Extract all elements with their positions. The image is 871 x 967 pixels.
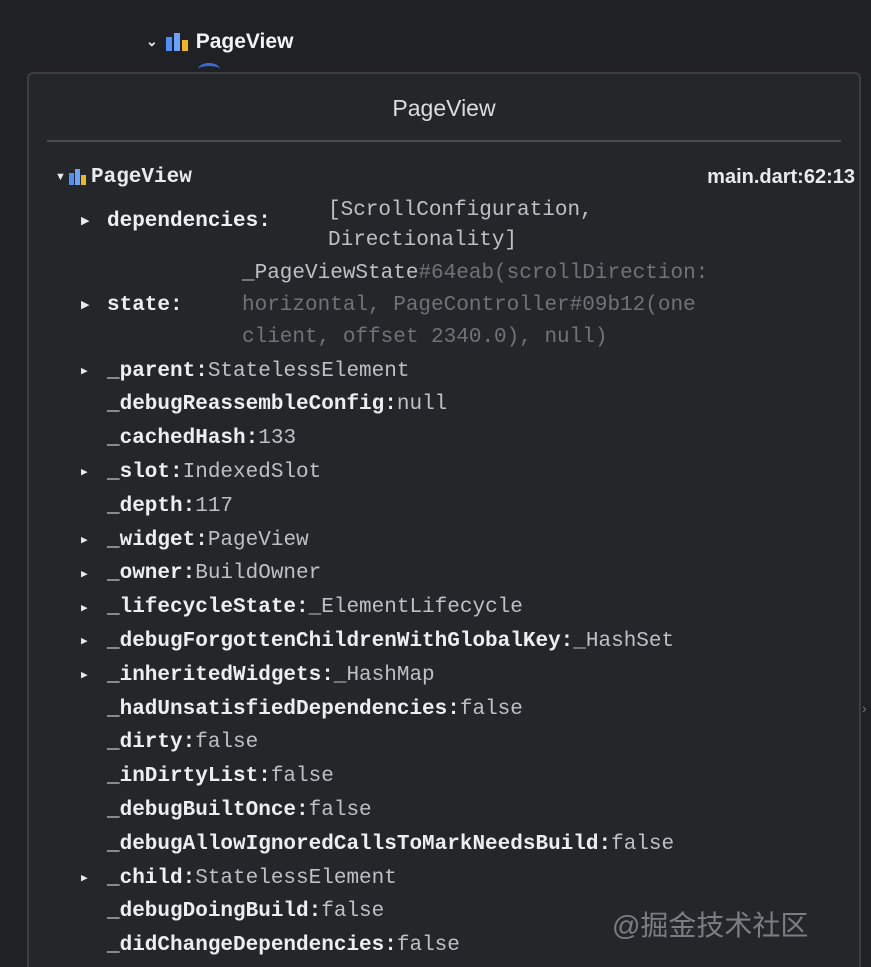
property-key: _parent:	[107, 359, 208, 383]
property-row: _debugAllowIgnoredCallsToMarkNeedsBuild:…	[81, 829, 674, 859]
property-value: false	[195, 731, 259, 755]
property-value: _HashMap	[333, 663, 435, 687]
source-location-link[interactable]: main.dart:62:13	[707, 166, 855, 189]
property-key: _widget:	[107, 528, 208, 552]
expand-triangle-icon[interactable]: ▶	[81, 214, 89, 227]
expand-triangle-icon[interactable]: ▶	[81, 298, 89, 311]
root-node-row[interactable]: ▼ PageView main.dart:62:13	[55, 162, 855, 192]
property-row: _inDirtyList: false	[81, 762, 334, 792]
property-key: _inheritedWidgets:	[107, 663, 334, 687]
property-row: _dirty: false	[81, 728, 258, 758]
property-row: _hadUnsatisfiedDependencies: false	[81, 694, 523, 724]
property-row[interactable]: ▶ _inheritedWidgets: _HashMap	[81, 660, 435, 690]
property-key: state:	[107, 294, 183, 317]
details-panel: PageView ▼ PageView main.dart:62:13 ▶ de…	[27, 72, 861, 967]
property-key: dependencies:	[107, 210, 271, 233]
property-row[interactable]: ▶ _lifecycleState: _ElementLifecycle	[81, 593, 523, 623]
expand-triangle-icon[interactable]: ▶	[81, 668, 107, 682]
property-key: _inDirtyList:	[107, 765, 271, 789]
property-value: false	[459, 697, 523, 721]
property-key: _debugBuiltOnce:	[107, 798, 309, 822]
expand-triangle-icon[interactable]: ▼	[55, 171, 69, 183]
property-value: BuildOwner	[195, 562, 322, 586]
property-value: PageView	[207, 528, 309, 552]
widget-icon	[69, 169, 87, 185]
property-value: false	[396, 934, 460, 958]
property-key: _owner:	[107, 562, 196, 586]
property-row[interactable]: ▶ _slot: IndexedSlot	[81, 457, 321, 487]
expand-triangle-icon[interactable]: ▶	[81, 364, 107, 378]
property-row[interactable]: ▶ _parent: StatelessElement	[81, 356, 409, 386]
expand-triangle-icon[interactable]: ▶	[81, 533, 107, 547]
tree-node-label: PageView	[195, 30, 294, 53]
property-row: _debugBuiltOnce: false	[81, 795, 372, 825]
property-key: _cachedHash:	[107, 427, 259, 451]
property-row[interactable]: ▶ _owner: BuildOwner	[81, 559, 321, 589]
property-row[interactable]: ▶ _debugForgottenChildrenWithGlobalKey: _…	[81, 626, 674, 656]
property-row-state[interactable]: ▶ state: _PageViewState#64eab(scrollDire…	[81, 258, 851, 354]
widget-tree-bar: ⌄ PageView	[0, 0, 871, 72]
property-key: _hadUnsatisfiedDependencies:	[107, 697, 460, 721]
property-row: _cachedHash: 133	[81, 424, 296, 454]
property-key: _debugReassembleConfig:	[107, 393, 397, 417]
panel-title: PageView	[29, 74, 859, 142]
property-key: _debugForgottenChildrenWithGlobalKey:	[107, 629, 574, 653]
property-key: _child:	[107, 866, 196, 890]
expand-triangle-icon[interactable]: ▶	[81, 465, 107, 479]
property-key: _slot:	[107, 460, 183, 484]
widget-icon	[165, 33, 188, 51]
property-key: _didChangeDependencies:	[107, 934, 397, 958]
property-key: _debugDoingBuild:	[107, 900, 322, 924]
property-row-dependencies[interactable]: ▶ dependencies: [ScrollConfiguration, Di…	[81, 196, 841, 256]
chevron-down-icon[interactable]: ⌄	[146, 33, 158, 50]
property-row: _debugReassembleConfig: null	[81, 390, 447, 420]
property-value: false	[611, 832, 675, 856]
property-value: 133	[258, 427, 297, 451]
property-value: false	[321, 900, 385, 924]
property-row: _depth: 117	[81, 491, 233, 521]
property-row[interactable]: ▶ _widget: PageView	[81, 525, 309, 555]
property-key: _dirty:	[107, 731, 196, 755]
property-value: _ElementLifecycle	[308, 596, 523, 620]
property-value: _HashSet	[573, 629, 675, 653]
edge-glyph: ›	[862, 700, 867, 716]
expand-triangle-icon[interactable]: ▶	[81, 601, 107, 615]
property-row[interactable]: ▶ _child: StatelessElement	[81, 863, 397, 893]
expand-triangle-icon[interactable]: ▶	[81, 634, 107, 648]
watermark: @掘金技术社区	[612, 910, 809, 941]
property-key: _depth:	[107, 494, 196, 518]
property-value: IndexedSlot	[182, 460, 322, 484]
property-row: _didChangeDependencies: false	[81, 931, 460, 961]
property-value: StatelessElement	[195, 866, 397, 890]
property-value: null	[396, 393, 448, 417]
property-value: _PageViewState#64eab(scrollDirection: ho…	[242, 262, 709, 349]
expand-triangle-icon[interactable]: ▶	[81, 871, 107, 885]
property-value: false	[270, 765, 334, 789]
tree-node-pageview[interactable]: ⌄ PageView	[146, 28, 293, 56]
expand-triangle-icon[interactable]: ▶	[81, 567, 107, 581]
property-value: StatelessElement	[207, 359, 410, 383]
property-value: 117	[195, 494, 234, 518]
property-value: false	[308, 798, 372, 822]
property-value: [ScrollConfiguration, Directionality]	[328, 199, 593, 252]
root-node-name: PageView	[91, 165, 192, 189]
property-row: _debugDoingBuild: false	[81, 897, 384, 927]
property-key: _lifecycleState:	[107, 596, 309, 620]
property-key: _debugAllowIgnoredCallsToMarkNeedsBuild:	[107, 832, 612, 856]
